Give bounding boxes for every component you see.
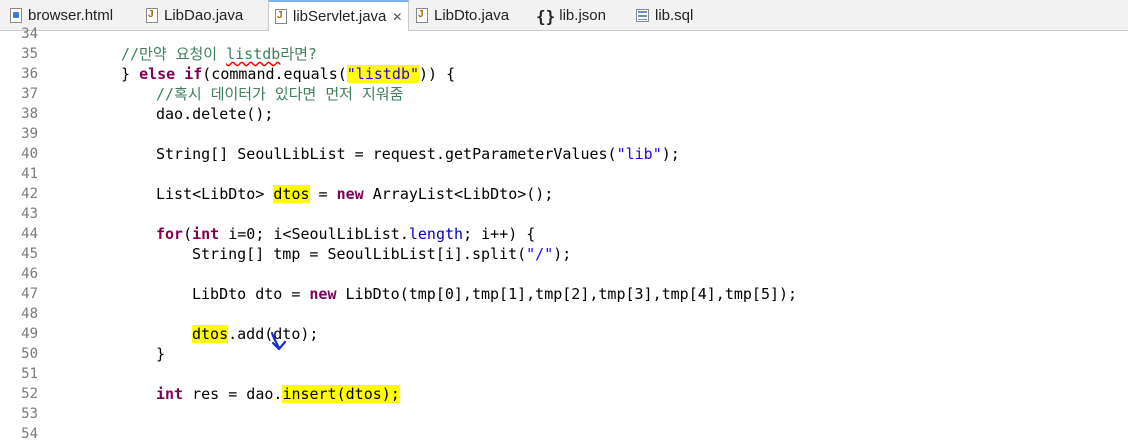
code-line-37: //혹시 데이터가 있다면 먼저 지워줌 bbox=[156, 84, 403, 104]
line-number: 37 bbox=[21, 86, 38, 102]
code-token: res = dao. bbox=[183, 385, 283, 403]
line-number: 42 bbox=[21, 186, 38, 202]
code-token: String[] tmp = SeoulLibList[i].split( bbox=[192, 245, 527, 263]
tab-libservlet-java[interactable]: libServlet.java ✕ bbox=[268, 0, 410, 31]
line-number: 47 bbox=[21, 286, 38, 302]
line-number: 39 bbox=[21, 126, 38, 142]
line-number: 48 bbox=[21, 306, 38, 322]
close-icon[interactable]: ✕ bbox=[392, 10, 402, 24]
code-line-52: int res = dao.insert(dtos); bbox=[156, 384, 400, 404]
code-line-40: String[] SeoulLibList = request.getParam… bbox=[156, 144, 680, 164]
editor-tab-bar: browser.html LibDao.java libServlet.java… bbox=[0, 0, 1128, 31]
code-token: LibDto(tmp[0],tmp[1],tmp[2],tmp[3],tmp[4… bbox=[336, 285, 798, 303]
java-file-icon bbox=[275, 9, 287, 24]
line-number: 44 bbox=[21, 226, 38, 242]
code-token: ( bbox=[183, 225, 193, 243]
comment-word: listdb bbox=[226, 45, 281, 63]
line-number: 35 bbox=[21, 46, 38, 62]
code-token: LibDto dto = bbox=[192, 285, 310, 303]
highlighted-variable: dtos bbox=[192, 325, 229, 343]
string: "lib" bbox=[616, 145, 662, 163]
tab-label: lib.json bbox=[559, 6, 606, 24]
line-number: 46 bbox=[21, 266, 38, 282]
tab-lib-sql[interactable]: lib.sql bbox=[630, 0, 699, 30]
comment: 라면? bbox=[280, 45, 317, 63]
code-line-36: } else if(command.equals("listdb")) { bbox=[121, 64, 455, 84]
code-line-50: } bbox=[156, 345, 166, 363]
comment: //혹시 데이터가 있다면 먼저 지워줌 bbox=[156, 85, 404, 103]
code-line-45: String[] tmp = SeoulLibList[i].split("/"… bbox=[192, 244, 571, 264]
java-file-icon bbox=[146, 7, 158, 23]
annotation-arrow-icon bbox=[270, 331, 287, 351]
line-number: 43 bbox=[21, 206, 38, 222]
keyword: for bbox=[156, 225, 184, 243]
code-token: ArrayList<LibDto>(); bbox=[363, 185, 554, 203]
tab-lib-json[interactable]: {} lib.json bbox=[530, 0, 612, 30]
java-file-icon bbox=[416, 7, 428, 23]
line-number: 41 bbox=[21, 166, 38, 182]
code-token: (command.equals( bbox=[202, 65, 347, 83]
keyword: if bbox=[184, 65, 203, 83]
code-token: String[] SeoulLibList = request.getParam… bbox=[156, 145, 617, 163]
html-file-icon bbox=[10, 7, 22, 23]
line-number: 53 bbox=[21, 406, 38, 422]
code-line-47: LibDto dto = new LibDto(tmp[0],tmp[1],tm… bbox=[192, 284, 797, 304]
code-token: ); bbox=[553, 245, 572, 263]
code-line-38: dao.delete(); bbox=[156, 105, 274, 123]
keyword: else bbox=[139, 65, 176, 83]
highlighted-call: insert(dtos); bbox=[282, 385, 400, 403]
tab-label: LibDto.java bbox=[434, 6, 510, 24]
code-line-49: dtos.add(dto); bbox=[192, 324, 318, 344]
code-token: )) { bbox=[419, 65, 456, 83]
keyword: int bbox=[156, 385, 184, 403]
line-number: 36 bbox=[21, 66, 38, 82]
code-line-44: for(int i=0; i<SeoulLibList.length; i++)… bbox=[156, 224, 535, 244]
tab-label: lib.sql bbox=[655, 6, 694, 24]
sql-file-icon bbox=[636, 8, 649, 22]
code-token: List<LibDto> bbox=[156, 185, 274, 203]
code-token: = bbox=[309, 185, 337, 203]
code-line-35: //만약 요청이 listdb라면? bbox=[121, 44, 317, 64]
line-number: 50 bbox=[21, 346, 38, 362]
code-token: ; i++) { bbox=[463, 225, 536, 243]
keyword: int bbox=[192, 225, 220, 243]
field: length bbox=[408, 225, 464, 243]
string: "/" bbox=[526, 245, 554, 263]
code-token: i=0; i<SeoulLibList. bbox=[219, 225, 409, 243]
line-number: 45 bbox=[21, 246, 38, 262]
line-number: 38 bbox=[21, 106, 38, 122]
comment: //만약 요청이 bbox=[121, 45, 227, 63]
highlighted-variable: dtos bbox=[273, 185, 310, 203]
code-editor[interactable]: 34 35 36 37 38 39 40 41 42 43 44 45 46 4… bbox=[0, 26, 1128, 442]
tab-label: libServlet.java bbox=[293, 8, 387, 25]
json-file-icon: {} bbox=[536, 7, 556, 26]
line-number: 54 bbox=[21, 426, 38, 442]
line-number: 40 bbox=[21, 146, 38, 162]
keyword: new bbox=[336, 185, 364, 203]
line-number: 49 bbox=[21, 326, 38, 342]
tab-label: LibDao.java bbox=[164, 6, 244, 24]
code-line-42: List<LibDto> dtos = new ArrayList<LibDto… bbox=[156, 184, 553, 204]
code-token: } bbox=[121, 65, 140, 83]
line-number: 52 bbox=[21, 386, 38, 402]
tab-libdao-java[interactable]: LibDao.java bbox=[140, 0, 249, 30]
line-number: 34 bbox=[21, 26, 38, 42]
keyword: new bbox=[309, 285, 337, 303]
code-token: ); bbox=[661, 145, 680, 163]
highlighted-string: "listdb" bbox=[346, 65, 420, 83]
tab-label: browser.html bbox=[28, 6, 114, 24]
tab-libdto-java[interactable]: LibDto.java bbox=[410, 0, 515, 30]
line-number: 51 bbox=[21, 366, 38, 382]
